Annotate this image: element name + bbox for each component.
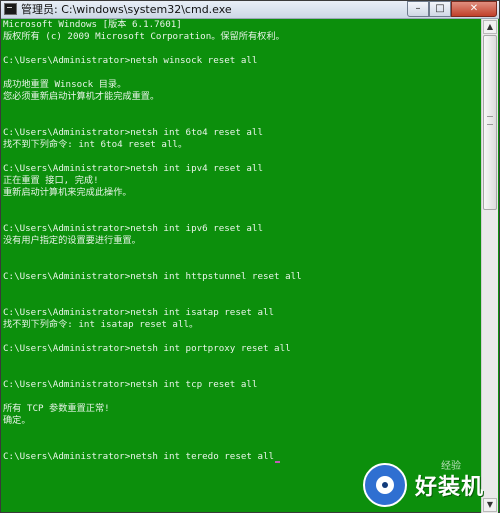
scroll-up-arrow-icon[interactable]: ▲ [483, 20, 497, 34]
console-line: 找不到下列命令: int 6to4 reset all。 [3, 139, 188, 150]
text-cursor [275, 461, 281, 463]
cmd-window: 管理员: C:\windows\system32\cmd.exe – □ ✕ M… [0, 0, 500, 513]
window-title: 管理员: C:\windows\system32\cmd.exe [21, 3, 232, 16]
console-line: C:\Users\Administrator>netsh int httpstu… [3, 271, 302, 282]
console-line: 版权所有 (c) 2009 Microsoft Corporation。保留所有… [3, 31, 285, 42]
console-line: 重新启动计算机来完成此操作。 [3, 187, 132, 198]
watermark-text: 好装机 [415, 475, 485, 500]
minimize-button[interactable]: – [407, 1, 429, 17]
console-line: C:\Users\Administrator>netsh int isatap … [3, 307, 275, 318]
console-line: 正在重置 接口, 完成! [3, 175, 99, 186]
close-button[interactable]: ✕ [451, 1, 497, 17]
console-line: C:\Users\Administrator>netsh int portpro… [3, 343, 291, 354]
console-line: 成功地重置 Winsock 目录。 [3, 79, 127, 90]
scroll-thumb[interactable] [483, 35, 497, 210]
console-line: 确定。 [3, 415, 31, 426]
eye-logo-icon [363, 463, 407, 507]
console-line: C:\Users\Administrator>netsh int tcp res… [3, 379, 258, 390]
watermark-logo: 经验 好装机 [357, 457, 497, 509]
console-line: 所有 TCP 参数重置正常! [3, 403, 110, 414]
title-bar[interactable]: 管理员: C:\windows\system32\cmd.exe – □ ✕ [1, 1, 499, 19]
console-line: 没有用户指定的设置要进行重置。 [3, 235, 141, 246]
vertical-scrollbar[interactable]: ▲ ▼ [481, 19, 498, 513]
console-line: C:\Users\Administrator>netsh int 6to4 re… [3, 127, 263, 138]
console-output[interactable]: Microsoft Windows [版本 6.1.7601] 版权所有 (c) … [2, 19, 480, 513]
console-line: C:\Users\Administrator>netsh int ipv4 re… [3, 163, 263, 174]
maximize-button[interactable]: □ [429, 1, 451, 17]
console-line: Microsoft Windows [版本 6.1.7601] [3, 19, 182, 30]
cmd-app-icon [4, 3, 17, 15]
console-line: C:\Users\Administrator>netsh int ipv6 re… [3, 223, 263, 234]
console-line: C:\Users\Administrator>netsh winsock res… [3, 55, 258, 66]
console-line: 找不到下列命令: int isatap reset all。 [3, 319, 199, 330]
console-line: 您必须重新启动计算机才能完成重置。 [3, 91, 160, 102]
